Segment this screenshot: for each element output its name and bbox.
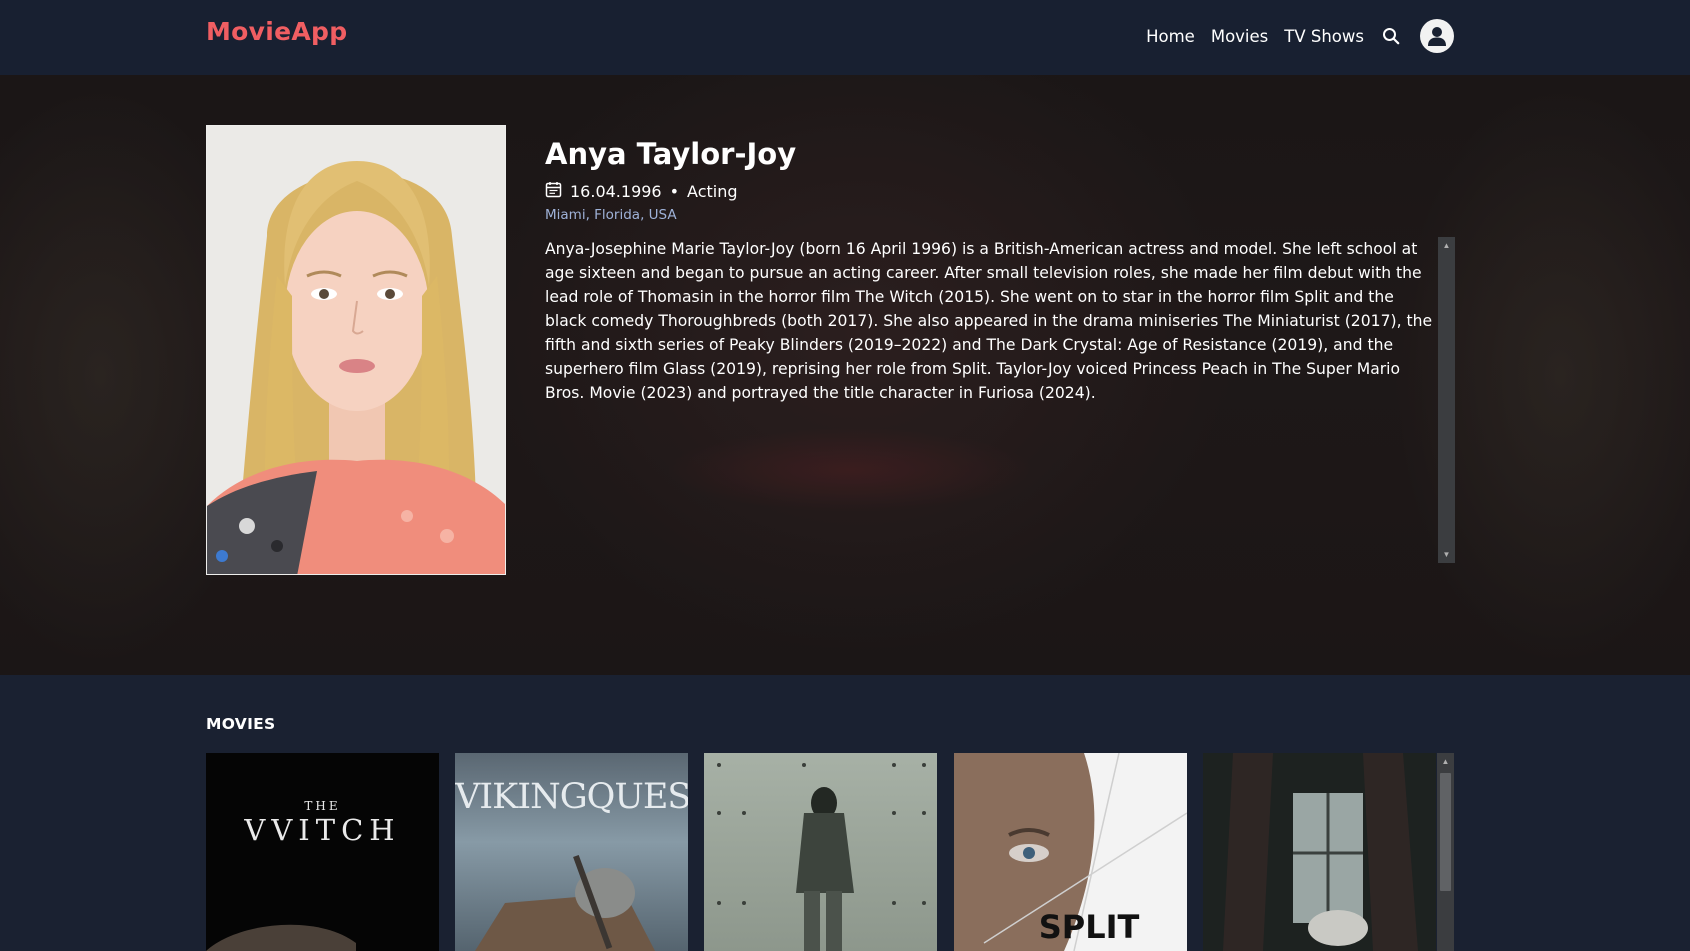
navbar: MovieApp Home Movies TV Shows — [0, 0, 1690, 75]
brand-logo[interactable]: MovieApp — [206, 17, 347, 46]
scroll-down-icon[interactable]: ▼ — [1438, 546, 1455, 563]
user-icon — [1428, 27, 1446, 46]
nav-home-link[interactable]: Home — [1146, 27, 1195, 46]
movie-poster[interactable] — [704, 753, 937, 951]
person-hero: Anya Taylor-Joy 16.04.1996 • Acting Miam… — [0, 75, 1690, 675]
poster-title: VVITCH — [244, 813, 401, 847]
biography-scrollbar[interactable]: ▲ ▼ — [1438, 237, 1455, 563]
person-name: Anya Taylor-Joy — [545, 137, 797, 171]
scrollbar-thumb[interactable] — [1440, 773, 1451, 891]
scroll-up-icon[interactable]: ▲ — [1438, 237, 1455, 254]
movie-poster[interactable]: SPLIT — [954, 753, 1187, 951]
nav-links: Home Movies TV Shows — [1146, 19, 1454, 53]
poster-subtitle: THE — [304, 799, 341, 813]
poster-title: SPLIT — [1038, 908, 1140, 946]
user-avatar-button[interactable] — [1420, 19, 1454, 53]
movie-poster[interactable]: THE VVITCH — [206, 753, 439, 951]
birthday-text: 16.04.1996 — [570, 182, 662, 201]
meta-separator: • — [669, 182, 680, 201]
profile-photo — [206, 125, 506, 575]
movies-section-title: MOVIES — [206, 715, 276, 733]
nav-movies-link[interactable]: Movies — [1211, 27, 1268, 46]
movies-carousel: THE VVITCH VIKINGQUEST SPLIT — [206, 753, 1454, 951]
biography-text: Anya-Josephine Marie Taylor-Joy (born 16… — [545, 240, 1433, 402]
person-meta: 16.04.1996 • Acting — [545, 181, 738, 202]
nav-tvshows-link[interactable]: TV Shows — [1284, 27, 1364, 46]
scroll-up-icon[interactable]: ▲ — [1437, 753, 1454, 770]
birthplace-text: Miami, Florida, USA — [545, 207, 677, 223]
calendar-icon — [545, 181, 562, 202]
movies-scrollbar[interactable]: ▲ — [1437, 753, 1454, 951]
department-text: Acting — [687, 182, 738, 201]
movie-poster[interactable] — [1203, 753, 1436, 951]
search-icon[interactable] — [1380, 25, 1402, 47]
biography-container[interactable]: Anya-Josephine Marie Taylor-Joy (born 16… — [545, 237, 1455, 563]
poster-title: VIKINGQUEST — [455, 777, 688, 817]
movie-poster[interactable]: VIKINGQUEST — [455, 753, 688, 951]
